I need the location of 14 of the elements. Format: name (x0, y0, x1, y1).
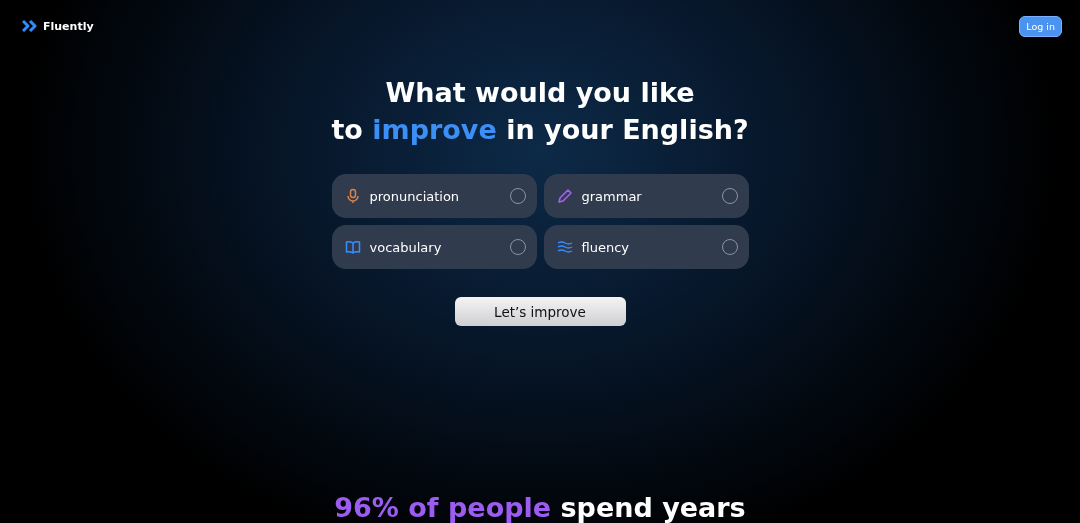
heading-line: What would you like (385, 76, 695, 111)
book-icon (344, 239, 361, 256)
waves-icon (556, 239, 573, 256)
option-card[interactable]: pronunciation (331, 174, 537, 219)
option-card[interactable]: vocabulary (331, 225, 537, 270)
pen-icon (556, 188, 573, 205)
option-card[interactable]: grammar (543, 174, 749, 219)
section-heading: 96% of people spend years (334, 492, 746, 523)
improve-button[interactable]: Let’s improve (454, 297, 626, 326)
heading-line: to improve in your English? (331, 113, 749, 148)
logo-icon (22, 20, 38, 33)
microphone-icon (344, 188, 361, 205)
logo-text[interactable]: Fluently (43, 19, 94, 33)
option-card[interactable]: fluency (543, 225, 749, 270)
